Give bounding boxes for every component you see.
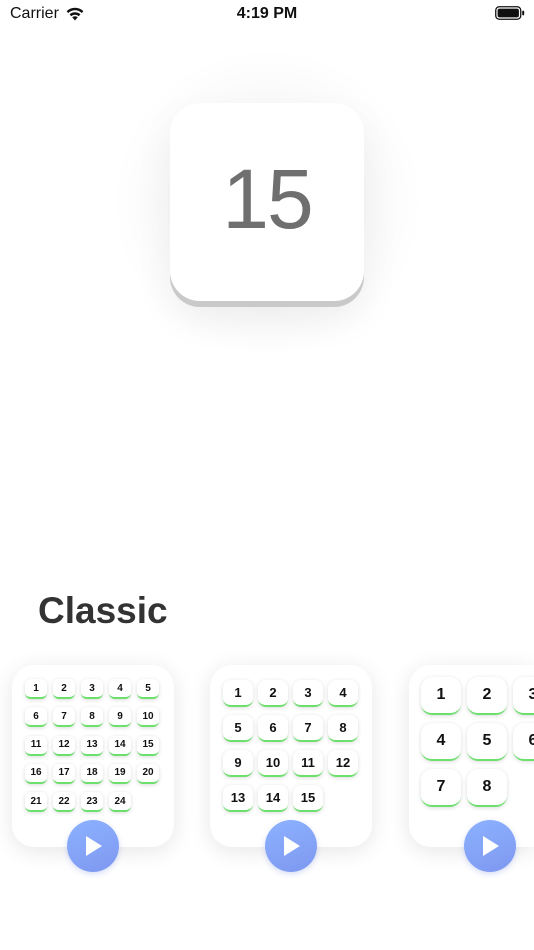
puzzle-tile: 21: [25, 792, 47, 813]
puzzle-tile: 1: [223, 680, 253, 707]
puzzle-tile: 2: [258, 680, 288, 707]
puzzle-card-3x3[interactable]: 123 456 78: [409, 665, 534, 872]
puzzle-tile: 24: [109, 792, 131, 813]
play-icon: [86, 836, 102, 856]
puzzle-tile: 14: [109, 735, 131, 756]
puzzle-tile: 7: [293, 715, 323, 742]
puzzle-tile: 11: [25, 735, 47, 756]
puzzle-tile: 1: [25, 679, 47, 699]
puzzle-tile: 14: [258, 785, 288, 812]
puzzle-tile: 13: [81, 735, 103, 756]
puzzle-tile: 5: [137, 679, 159, 699]
puzzle-tile: 2: [467, 677, 507, 715]
puzzle-tile: 2: [53, 679, 75, 699]
puzzle-tile: 3: [293, 680, 323, 707]
puzzle-tile: 18: [81, 763, 103, 784]
puzzle-tile: 6: [258, 715, 288, 742]
puzzle-tile: 17: [53, 763, 75, 784]
battery-icon: [495, 6, 525, 20]
puzzle-tile: 8: [328, 715, 358, 742]
play-icon: [483, 836, 499, 856]
puzzle-tile: 7: [421, 769, 461, 807]
section-title: Classic: [38, 590, 168, 631]
puzzle-tile: 3: [513, 677, 534, 715]
play-button[interactable]: [265, 820, 317, 872]
status-bar: Carrier 4:19 PM: [0, 0, 534, 28]
puzzle-tile: 3: [81, 679, 103, 699]
puzzle-tile: 15: [293, 785, 323, 812]
puzzle-tile: 9: [109, 707, 131, 728]
play-button[interactable]: [464, 820, 516, 872]
puzzle-tile: 13: [223, 785, 253, 812]
puzzle-card-4x4[interactable]: 1 2 3 4 5 6 7 8 9 10 11 12 13 14 15: [210, 665, 372, 872]
puzzle-tile: 8: [81, 707, 103, 728]
puzzle-tile: 4: [328, 680, 358, 707]
puzzle-tile: 10: [258, 750, 288, 777]
hero-number: 15: [222, 151, 313, 246]
puzzle-tile: 7: [53, 707, 75, 728]
puzzle-tile: 16: [25, 763, 47, 784]
puzzle-tile: 4: [109, 679, 131, 699]
puzzle-card-5x5[interactable]: 1 2 3 4 5 6 7 8 9 10 11 12 13 14 15 16 17 18 19 20 21 22 23 24: [12, 665, 174, 872]
puzzle-tile: 6: [513, 723, 534, 761]
puzzle-tile: 4: [421, 723, 461, 761]
puzzle-tile: 12: [53, 735, 75, 756]
puzzle-tile: 22: [53, 792, 75, 813]
puzzle-tile: 23: [81, 792, 103, 813]
play-button[interactable]: [67, 820, 119, 872]
puzzle-tile: 9: [223, 750, 253, 777]
puzzle-tile: 15: [137, 735, 159, 756]
puzzle-tile: 5: [467, 723, 507, 761]
puzzle-tile: 12: [328, 750, 358, 777]
puzzle-tile: 5: [223, 715, 253, 742]
hero-logo-tile: 15: [170, 103, 364, 301]
clock-time: 4:19 PM: [236, 5, 298, 22]
puzzle-tile: 10: [137, 707, 159, 728]
puzzle-tile: 6: [25, 707, 47, 728]
puzzle-tile: 19: [109, 763, 131, 784]
puzzle-tile: 20: [137, 763, 159, 784]
puzzle-tile: 11: [293, 750, 323, 777]
play-icon: [284, 836, 300, 856]
puzzle-tile: 8: [467, 769, 507, 807]
puzzle-tile: 1: [421, 677, 461, 715]
